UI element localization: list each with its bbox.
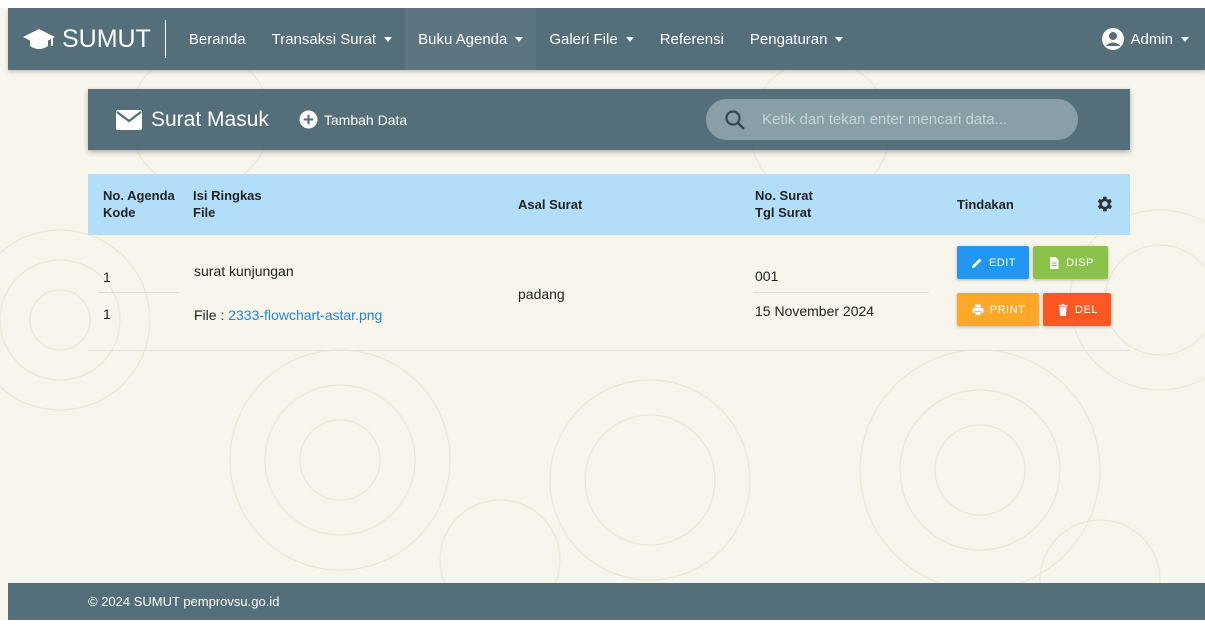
caret-down-icon [515, 36, 524, 42]
column-header-asal-surat[interactable]: Asal Surat [518, 196, 582, 213]
nav-item-label: Buku Agenda [418, 30, 508, 48]
search-icon [725, 109, 745, 130]
nav-item-label: Beranda [188, 30, 246, 48]
page-header: Surat Masuk Tambah Data [88, 89, 1130, 150]
print-label: PRINT [989, 303, 1026, 316]
nav-item-buku-agenda[interactable]: Buku Agenda [405, 8, 537, 70]
caret-down-icon [625, 36, 634, 42]
column-header-no-agenda[interactable]: No. Agenda Kode [103, 187, 175, 221]
file-link[interactable]: 2333-flowchart-astar.png [228, 307, 382, 323]
tgl-surat-cell: 15 November 2024 [755, 303, 875, 319]
file-label: File : [194, 307, 225, 323]
nav-menu: Beranda Transaksi Surat Buku Agenda Gale… [176, 8, 857, 70]
caret-down-icon [1181, 36, 1189, 42]
nav-item-label: Pengaturan [749, 30, 828, 48]
column-header-line: Asal Surat [518, 197, 583, 212]
column-header-line: File [193, 205, 216, 220]
column-header-line: No. Agenda [103, 188, 175, 203]
del-label: DEL [1075, 303, 1098, 316]
nav-item-transaksi-surat[interactable]: Transaksi Surat [259, 8, 405, 70]
page-title-text: Surat Masuk [151, 107, 269, 131]
footer: © 2024 SUMUT pemprovsu.go.id [8, 583, 1205, 620]
column-header-tindakan: Tindakan [957, 196, 1014, 213]
caret-down-icon [384, 36, 393, 42]
add-circle-icon [299, 110, 318, 129]
column-header-line: Isi Ringkas [193, 188, 262, 203]
add-data-label: Tambah Data [323, 111, 408, 128]
graduation-cap-icon [23, 29, 55, 49]
no-surat-cell: 001 [755, 268, 779, 284]
gear-icon[interactable] [1094, 194, 1114, 214]
footer-text: © 2024 SUMUT pemprovsu.go.id [88, 594, 280, 609]
table-header: No. Agenda Kode Isi Ringkas File Asal Su… [88, 174, 1130, 235]
bottom-frame [0, 620, 1205, 626]
disposition-button[interactable]: DISP [1033, 246, 1108, 279]
column-header-line: Tgl Surat [755, 205, 812, 220]
nav-item-beranda[interactable]: Beranda [176, 8, 259, 70]
cell-divider [98, 292, 178, 293]
nav-item-referensi[interactable]: Referensi [647, 8, 737, 70]
user-name: Admin [1130, 30, 1173, 48]
pencil-icon [971, 258, 982, 268]
isi-ringkas-cell: surat kunjungan [194, 263, 294, 279]
nav-item-pengaturan[interactable]: Pengaturan [737, 8, 857, 70]
edit-label: EDIT [988, 256, 1017, 269]
navbar: SUMUT Beranda Transaksi Surat Buku Agend… [8, 8, 1205, 70]
top-frame [0, 0, 1205, 8]
brand-name: SUMUT [62, 20, 166, 58]
cell-divider [753, 292, 929, 293]
printer-icon [972, 304, 984, 316]
nav-item-label: Transaksi Surat [271, 30, 377, 48]
user-menu[interactable]: Admin [1101, 8, 1205, 70]
delete-button[interactable]: DEL [1043, 293, 1111, 326]
no-agenda-cell: 1 [103, 269, 111, 285]
search-input[interactable] [762, 111, 1062, 128]
trash-icon [1058, 303, 1068, 316]
nav-item-galeri-file[interactable]: Galeri File [536, 8, 646, 70]
column-header-line: No. Surat [755, 188, 813, 203]
kode-cell: 1 [103, 306, 111, 322]
table-row: 1 1 surat kunjungan File : 2333-flowchar… [88, 235, 1130, 351]
column-header-line: Kode [103, 205, 136, 220]
file-cell: File : 2333-flowchart-astar.png [194, 307, 382, 323]
print-button[interactable]: PRINT [957, 293, 1039, 326]
add-data-button[interactable]: Tambah Data [299, 110, 407, 129]
brand[interactable]: SUMUT [8, 8, 166, 70]
asal-surat-cell: padang [518, 286, 565, 302]
nav-item-label: Referensi [659, 30, 724, 48]
search-box[interactable] [706, 99, 1078, 140]
surat-masuk-table: No. Agenda Kode Isi Ringkas File Asal Su… [88, 174, 1130, 351]
column-header-line: Tindakan [957, 197, 1014, 212]
file-document-icon [1050, 256, 1059, 269]
edit-button[interactable]: EDIT [957, 246, 1029, 279]
mail-icon [116, 109, 142, 130]
column-header-no-surat[interactable]: No. Surat Tgl Surat [755, 187, 813, 221]
account-circle-icon [1102, 28, 1125, 50]
disp-label: DISP [1066, 256, 1094, 269]
column-header-isi-ringkas[interactable]: Isi Ringkas File [193, 187, 262, 221]
nav-item-label: Galeri File [549, 30, 618, 48]
page-title: Surat Masuk [115, 108, 269, 132]
caret-down-icon [835, 36, 844, 42]
